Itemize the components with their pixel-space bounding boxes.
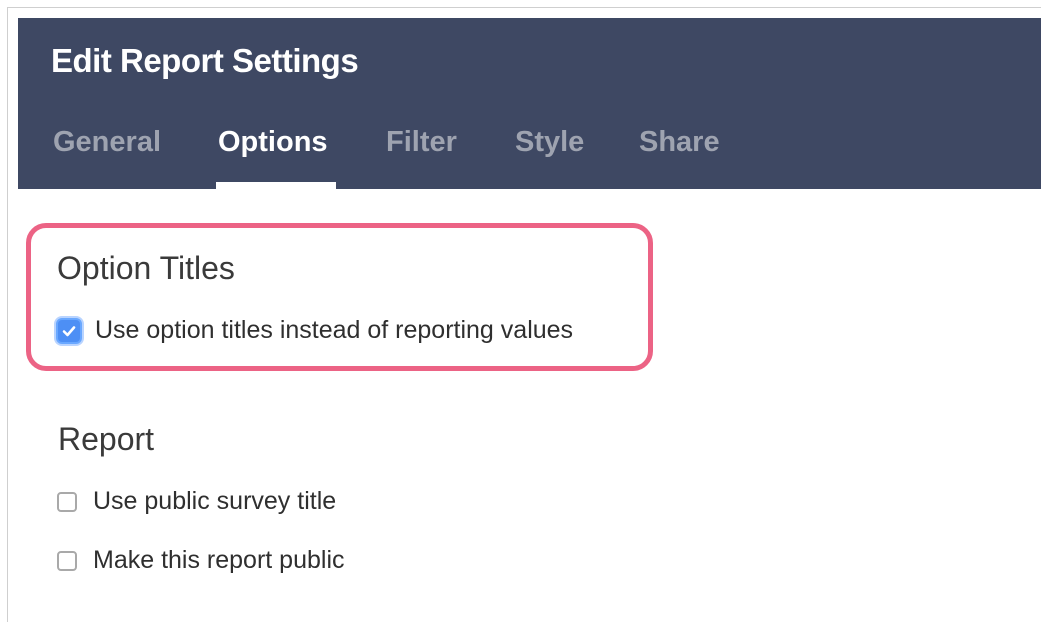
- use-public-title-option[interactable]: Use public survey title: [57, 487, 336, 516]
- use-option-titles-label: Use option titles instead of reporting v…: [95, 316, 574, 344]
- dialog-header: Edit Report Settings General Options Fil…: [18, 18, 1041, 189]
- tab-style[interactable]: Style: [515, 126, 584, 159]
- use-option-titles-option[interactable]: Use option titles instead of reporting v…: [56, 316, 573, 345]
- option-titles-highlight: [26, 223, 653, 371]
- active-tab-indicator: [216, 182, 336, 189]
- tab-options[interactable]: Options: [218, 126, 328, 159]
- make-public-checkbox[interactable]: [57, 550, 77, 571]
- use-option-titles-checkbox[interactable]: [56, 317, 82, 344]
- make-public-label: Make this report public: [93, 546, 345, 574]
- tab-filter[interactable]: Filter: [386, 126, 457, 159]
- tab-general[interactable]: General: [53, 126, 161, 159]
- dialog-title: Edit Report Settings: [51, 42, 359, 79]
- settings-tabs: General Options Filter Style Share: [18, 114, 1041, 189]
- use-public-title-checkbox[interactable]: [57, 491, 77, 512]
- report-heading: Report: [58, 421, 155, 457]
- checkmark-icon: [62, 325, 76, 336]
- report-settings-page: Edit Report Settings General Options Fil…: [0, 0, 1041, 622]
- use-public-title-label: Use public survey title: [93, 487, 337, 515]
- make-public-option[interactable]: Make this report public: [57, 546, 345, 575]
- option-titles-heading: Option Titles: [57, 250, 235, 286]
- tab-share[interactable]: Share: [639, 126, 720, 159]
